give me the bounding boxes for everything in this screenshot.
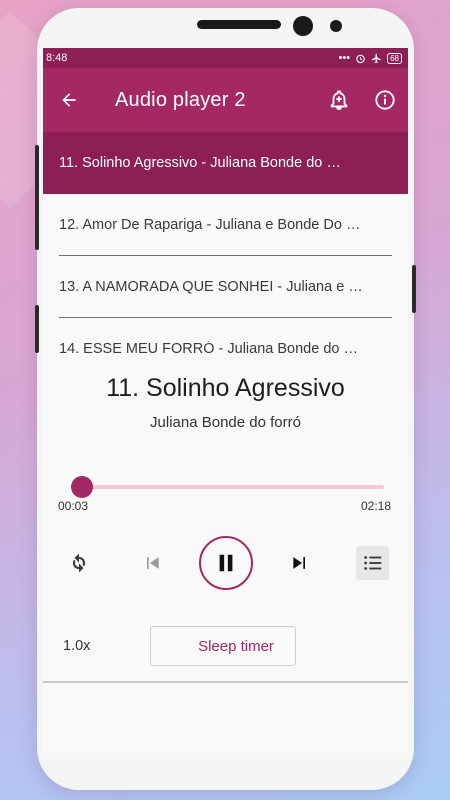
sleep-timer-label: Sleep timer	[198, 637, 274, 655]
phone-volume-button	[35, 145, 39, 250]
now-playing-title: 11. Solinho Agressivo	[106, 374, 345, 402]
playlist-toggle-button[interactable]	[356, 546, 389, 580]
back-button[interactable]	[43, 68, 95, 132]
skip-next-button[interactable]	[287, 550, 313, 576]
app-screen: 8:48 ••• 68 Audio player 2 11. Solinho A…	[43, 48, 408, 753]
seek-bar-thumb[interactable]	[70, 476, 93, 498]
now-playing-artist: Juliana Bonde do forró	[150, 414, 301, 431]
skip-previous-icon	[147, 557, 159, 569]
repeat-button[interactable]	[64, 548, 94, 578]
status-time: 8:48	[46, 52, 68, 64]
arrow-back-icon	[62, 93, 76, 107]
skip-previous-button[interactable]	[139, 550, 165, 576]
playlist-item-active[interactable]: 11. Solinho Agressivo - Juliana Bonde do…	[43, 132, 408, 194]
info-button[interactable]	[362, 68, 408, 132]
track-label: 13. A NAMORADA QUE SONHEI - Juliana e …	[59, 279, 363, 295]
track-label: 14. ESSE MEU FORRÓ - Juliana Bonde do …	[59, 341, 358, 357]
app-bar: Audio player 2	[43, 68, 408, 132]
playlist-item[interactable]: 13. A NAMORADA QUE SONHEI - Juliana e …	[43, 256, 408, 318]
current-time: 00:03	[58, 499, 89, 513]
playlist: 11. Solinho Agressivo - Juliana Bonde do…	[43, 132, 408, 380]
bottom-divider	[43, 681, 408, 683]
playlist-icon	[363, 556, 381, 570]
info-icon	[375, 90, 395, 110]
battery-icon: 68	[387, 52, 402, 64]
page-title: Audio player 2	[115, 88, 246, 111]
alarm-icon	[356, 54, 365, 63]
phone-sensor	[330, 20, 342, 32]
skip-next-icon	[293, 557, 305, 569]
add-alarm-icon	[330, 90, 348, 111]
airplane-icon	[372, 53, 381, 63]
phone-camera	[293, 16, 313, 36]
track-label: 12. Amor De Rapariga - Juliana e Bonde D…	[59, 217, 361, 233]
status-bar: 8:48 ••• 68	[43, 48, 408, 68]
pause-icon	[219, 554, 233, 572]
repeat-icon	[72, 553, 86, 573]
phone-power-button	[412, 265, 416, 313]
sleep-timer-button[interactable]: Sleep timer	[150, 626, 296, 666]
add-alarm-button[interactable]	[316, 68, 362, 132]
playback-speed-button[interactable]: 1.0x	[63, 638, 90, 654]
seek-bar[interactable]	[70, 476, 384, 498]
total-time: 02:18	[360, 499, 391, 513]
phone-speaker	[197, 20, 281, 29]
moon-icon	[174, 639, 182, 653]
phone-side-button	[35, 305, 39, 353]
playlist-item[interactable]: 14. ESSE MEU FORRÓ - Juliana Bonde do …	[43, 318, 408, 380]
playlist-item[interactable]: 12. Amor De Rapariga - Juliana e Bonde D…	[43, 194, 408, 256]
track-label: 11. Solinho Agressivo - Juliana Bonde do…	[59, 155, 341, 171]
more-dots-icon: •••	[338, 52, 351, 64]
pause-button[interactable]	[199, 536, 253, 590]
status-icons: ••• 68	[339, 52, 402, 64]
